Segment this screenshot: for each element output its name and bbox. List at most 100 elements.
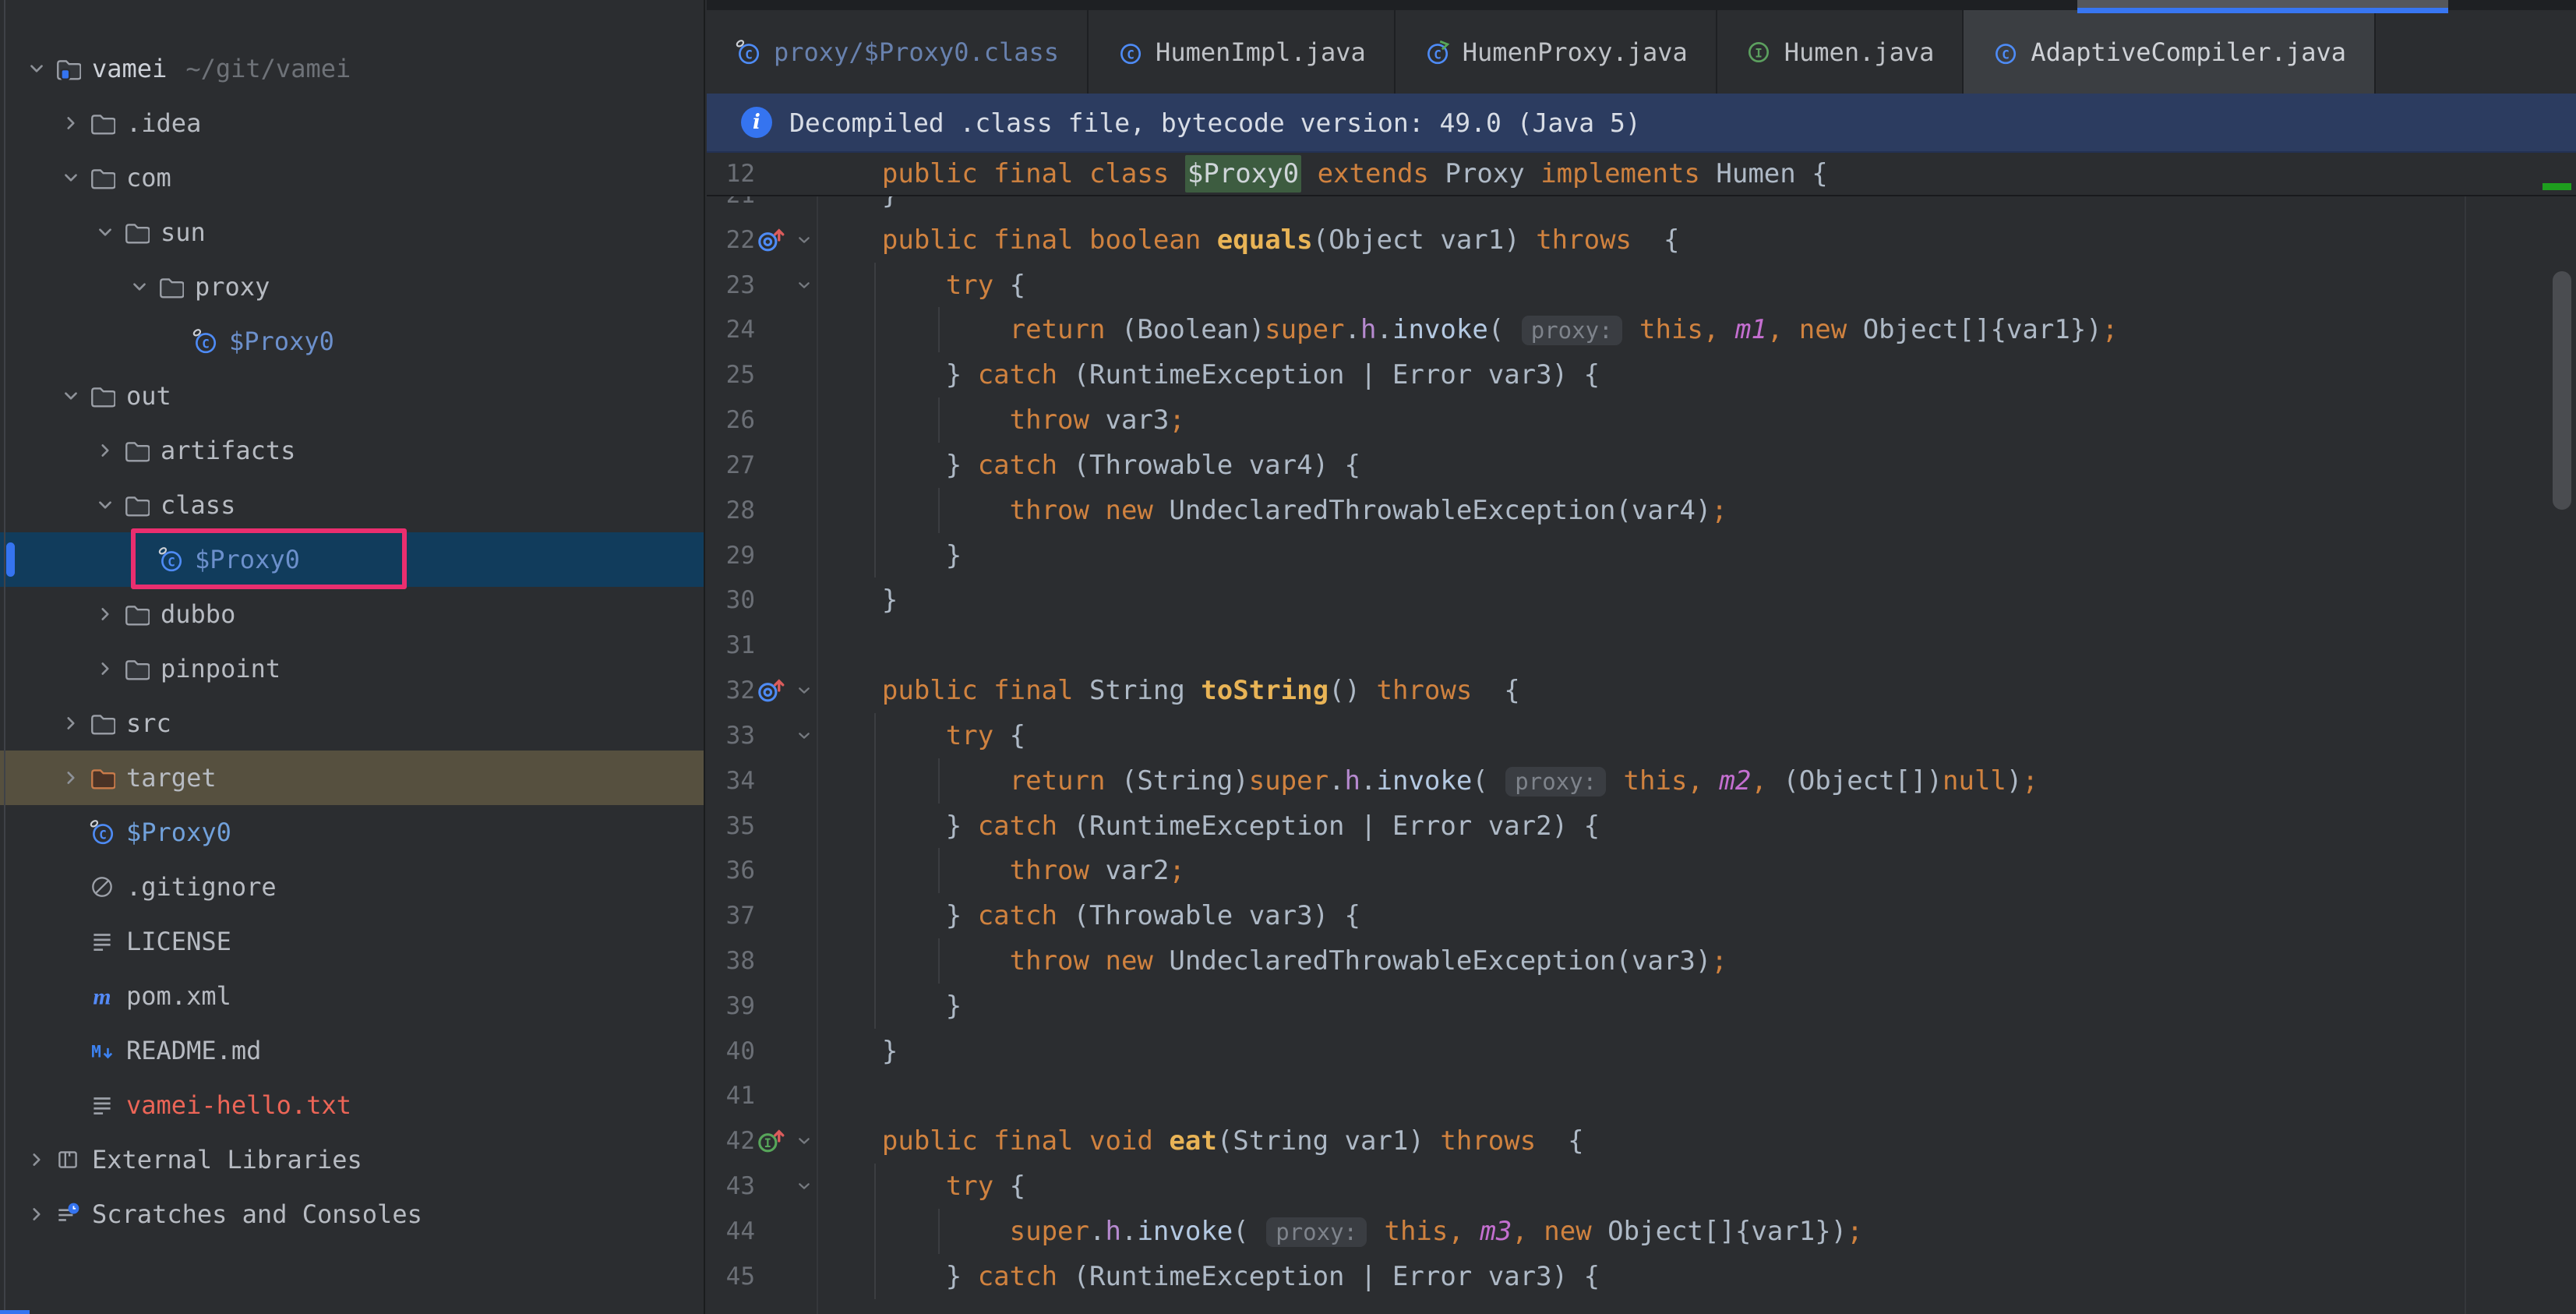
tree-item-pom-xml[interactable]: m pom.xml [0, 969, 704, 1023]
overrides-method-icon[interactable] [755, 675, 791, 706]
tree-item-proxy0[interactable]: C $Proxy0 [0, 528, 704, 589]
fold-chevron-icon[interactable] [791, 680, 817, 701]
tree-item-external-libraries[interactable]: External Libraries [0, 1132, 704, 1187]
tree-item-out[interactable]: out [0, 369, 704, 423]
line-number[interactable]: 25 [707, 361, 755, 389]
line-number[interactable]: 39 [707, 992, 755, 1020]
line-number[interactable]: 45 [707, 1263, 755, 1291]
line-number[interactable]: 38 [707, 947, 755, 975]
chevron-right-icon[interactable] [23, 1146, 50, 1173]
line-number[interactable]: 30 [707, 586, 755, 614]
line-number[interactable]: 26 [707, 406, 755, 434]
code-line-34[interactable]: 34 return (String)super.h.invoke( proxy:… [707, 758, 2576, 804]
code-line-45[interactable]: 45 } catch (RuntimeException | Error var… [707, 1254, 2576, 1299]
tree-item-src[interactable]: src [0, 696, 704, 751]
line-number[interactable]: 36 [707, 857, 755, 885]
tree-item-idea[interactable]: .idea [0, 96, 704, 150]
chevron-down-icon[interactable] [92, 219, 118, 245]
chevron-down-icon[interactable] [126, 274, 153, 300]
code-line-41[interactable]: 41 [707, 1074, 2576, 1119]
line-number[interactable]: 37 [707, 902, 755, 930]
code-line-35[interactable]: 35 } catch (RuntimeException | Error var… [707, 804, 2576, 849]
line-number[interactable]: 32 [707, 676, 755, 705]
code-line-33[interactable]: 33 try { [707, 713, 2576, 758]
chevron-right-icon[interactable] [92, 655, 118, 682]
code-line-36[interactable]: 36 throw var2; [707, 848, 2576, 893]
tab-humen-java[interactable]: I Humen.java [1717, 10, 1964, 94]
tab-humenimpl-java[interactable]: C HumenImpl.java [1089, 10, 1396, 94]
tab-adaptivecompiler-java[interactable]: C AdaptiveCompiler.java [1964, 10, 2376, 94]
code-line-24[interactable]: 24 return (Boolean)super.h.invoke( proxy… [707, 307, 2576, 352]
tab-proxy-proxy0-class[interactable]: Cproxy/$Proxy0.class [707, 10, 1089, 94]
code-line-38[interactable]: 38 throw new UndeclaredThrowableExceptio… [707, 938, 2576, 984]
chevron-right-icon[interactable] [92, 601, 118, 627]
sticky-header-line[interactable]: 12 public final class $Proxy0 extends Pr… [707, 153, 2576, 196]
line-number[interactable]: 31 [707, 631, 755, 659]
line-number[interactable]: 40 [707, 1037, 755, 1065]
chevron-right-icon[interactable] [92, 437, 118, 464]
line-number[interactable]: 35 [707, 812, 755, 840]
code-line-22[interactable]: 22 public final boolean equals(Object va… [707, 217, 2576, 263]
fold-chevron-icon[interactable] [791, 1130, 817, 1152]
chevron-down-icon[interactable] [92, 492, 118, 518]
code-line-39[interactable]: 39 } [707, 984, 2576, 1029]
chevron-right-icon[interactable] [58, 710, 84, 736]
line-number[interactable]: 28 [707, 496, 755, 525]
chevron-right-icon[interactable] [23, 1201, 50, 1227]
tree-item-scratches-and-consoles[interactable]: Scratches and Consoles [0, 1187, 704, 1242]
tree-item-com[interactable]: com [0, 150, 704, 205]
line-number[interactable]: 24 [707, 316, 755, 344]
line-number[interactable]: 23 [707, 271, 755, 299]
code-line-21[interactable]: 21 } [707, 196, 2576, 217]
tab-humenproxy-java[interactable]: C HumenProxy.java [1395, 10, 1717, 94]
code-line-44[interactable]: 44 super.h.invoke( proxy: this, m3, new … [707, 1209, 2576, 1254]
fold-chevron-icon[interactable] [791, 229, 817, 251]
fold-chevron-icon[interactable] [791, 725, 817, 747]
fold-chevron-icon[interactable] [791, 1175, 817, 1197]
tree-item-proxy0[interactable]: C $Proxy0 [0, 314, 704, 369]
tree-item-gitignore[interactable]: .gitignore [0, 860, 704, 914]
code-line-27[interactable]: 27 } catch (Throwable var4) { [707, 443, 2576, 488]
scrollbar-thumb[interactable] [2553, 271, 2571, 510]
tree-item-class[interactable]: class [0, 478, 704, 532]
code-area[interactable]: 21 }22 public final boolean equals(Objec… [707, 196, 2576, 1314]
code-line-40[interactable]: 40 } [707, 1029, 2576, 1074]
code-line-31[interactable]: 31 [707, 623, 2576, 668]
tree-item-artifacts[interactable]: artifacts [0, 423, 704, 478]
tree-item-proxy[interactable]: proxy [0, 260, 704, 314]
line-number[interactable]: 42 [707, 1127, 755, 1155]
line-number[interactable]: 29 [707, 542, 755, 570]
line-number[interactable]: 41 [707, 1082, 755, 1110]
line-number[interactable]: 21 [707, 196, 755, 209]
line-number[interactable]: 33 [707, 722, 755, 750]
tree-item-license[interactable]: LICENSE [0, 914, 704, 969]
chevron-right-icon[interactable] [58, 765, 84, 791]
tree-item-vamei-hello-txt[interactable]: vamei-hello.txt [0, 1078, 704, 1132]
tree-item-target[interactable]: target [0, 751, 704, 805]
tree-item-proxy0[interactable]: C $Proxy0 [0, 805, 704, 860]
line-number[interactable]: 34 [707, 767, 755, 795]
line-number[interactable]: 27 [707, 451, 755, 479]
line-number[interactable]: 44 [707, 1217, 755, 1245]
code-line-30[interactable]: 30 } [707, 578, 2576, 623]
implements-method-icon[interactable]: I [755, 1125, 791, 1157]
code-line-32[interactable]: 32 public final String toString() throws… [707, 668, 2576, 713]
code-line-26[interactable]: 26 throw var3; [707, 397, 2576, 443]
line-number[interactable]: 22 [707, 226, 755, 254]
code-line-25[interactable]: 25 } catch (RuntimeException | Error var… [707, 352, 2576, 397]
fold-chevron-icon[interactable] [791, 274, 817, 296]
code-line-37[interactable]: 37 } catch (Throwable var3) { [707, 893, 2576, 938]
line-number[interactable]: 43 [707, 1172, 755, 1200]
tree-item-sun[interactable]: sun [0, 205, 704, 260]
tree-item-pinpoint[interactable]: pinpoint [0, 641, 704, 696]
chevron-down-icon[interactable] [58, 383, 84, 409]
overrides-method-icon[interactable] [755, 224, 791, 256]
chevron-down-icon[interactable] [23, 55, 50, 82]
tree-item-readme-md[interactable]: M README.md [0, 1023, 704, 1078]
code-line-28[interactable]: 28 throw new UndeclaredThrowableExceptio… [707, 488, 2576, 533]
code-line-43[interactable]: 43 try { [707, 1164, 2576, 1209]
code-line-42[interactable]: 42 I public final void eat(String var1) t… [707, 1118, 2576, 1164]
code-line-29[interactable]: 29 } [707, 533, 2576, 578]
tree-item-vamei[interactable]: vamei ~/git/vamei [0, 41, 704, 96]
code-line-23[interactable]: 23 try { [707, 263, 2576, 308]
